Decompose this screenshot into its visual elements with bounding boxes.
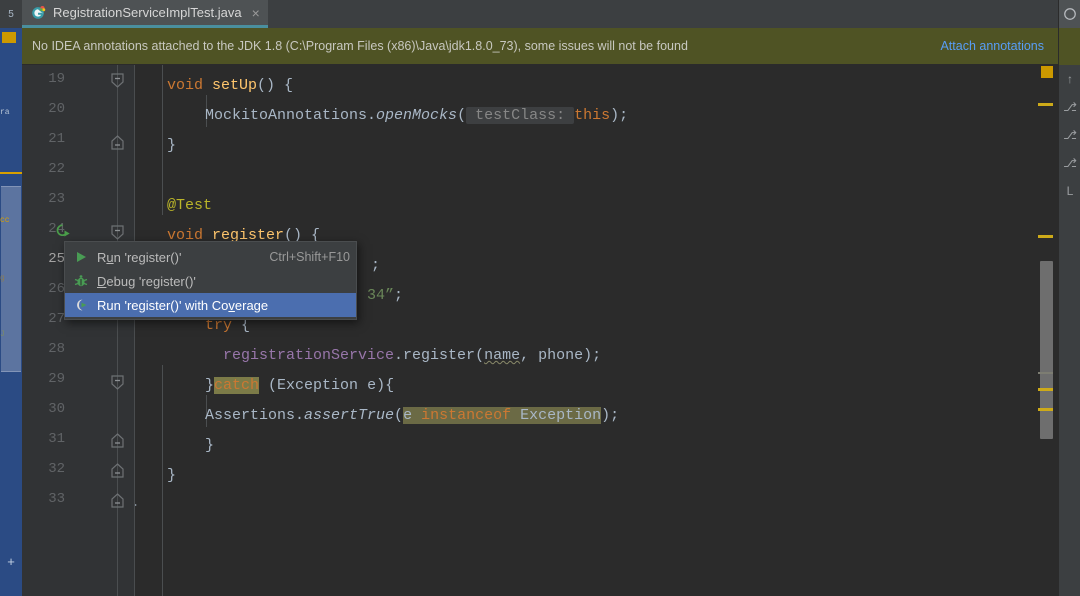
- fold-marker-collapse[interactable]: [110, 73, 125, 89]
- menu-item-coverage-label: Run 'register()' with Coverage: [97, 297, 269, 313]
- attach-annotations-link[interactable]: Attach annotations: [940, 39, 1044, 53]
- menu-item-run-with-coverage[interactable]: Run 'register()' with Coverage: [65, 293, 356, 317]
- debug-bug-icon: [73, 273, 89, 289]
- run-play-icon: [73, 249, 89, 265]
- notification-message: No IDEA annotations attached to the JDK …: [32, 39, 688, 53]
- toolstrip-item-4[interactable]: L: [1059, 184, 1080, 198]
- marker-warning[interactable]: [1038, 388, 1053, 391]
- coverage-icon: [73, 297, 89, 313]
- code-line-30: Assertions.assertTrue(e instanceof Excep…: [205, 407, 620, 424]
- left-strip-marker-1: [2, 32, 16, 43]
- code-line-32: }: [167, 467, 177, 484]
- toolstrip-notification-fill: [1059, 28, 1080, 65]
- line-number: 20: [48, 101, 65, 117]
- code-line-23: @Test: [167, 197, 213, 214]
- left-strip-preview-text-2: cc: [0, 216, 10, 225]
- code-line-20: MockitoAnnotations.openMocks( testClass:…: [205, 107, 629, 124]
- close-icon[interactable]: ×: [252, 6, 260, 20]
- line-number: 33: [48, 491, 65, 507]
- editor-tab[interactable]: RegistrationServiceImplTest.java ×: [22, 0, 268, 28]
- line-number: 29: [48, 371, 65, 387]
- code-line-31: }: [205, 437, 215, 454]
- line-number: 23: [48, 191, 65, 207]
- left-tool-strip[interactable]: 5 ra cc g J +: [0, 0, 22, 596]
- fold-marker-end[interactable]: [110, 135, 125, 151]
- right-tool-strip[interactable]: ↑ ⎇ ⎇ ⎇ L: [1058, 0, 1080, 596]
- code-editor[interactable]: 19 20 21 22 23 24 25 26 27 28 29 30 31 3…: [22, 65, 1058, 596]
- menu-item-debug[interactable]: Debug 'register()': [65, 269, 356, 293]
- code-content[interactable]: void setUp() { MockitoAnnotations.openMo…: [135, 65, 1058, 596]
- line-number: 19: [48, 71, 65, 87]
- left-strip-add-icon[interactable]: +: [0, 555, 22, 568]
- line-number: 31: [48, 431, 65, 447]
- left-strip-preview-text-4: J: [0, 330, 5, 339]
- line-number: 30: [48, 401, 65, 417]
- line-number: 32: [48, 461, 65, 477]
- run-context-menu[interactable]: Run 'register()' Ctrl+Shift+F10 Debug 'r…: [64, 241, 357, 320]
- fold-marker-class-end[interactable]: [110, 493, 125, 509]
- menu-item-run[interactable]: Run 'register()' Ctrl+Shift+F10: [65, 245, 356, 269]
- line-number: 26: [48, 281, 65, 297]
- marker-warning[interactable]: [1038, 103, 1053, 106]
- marker-warning[interactable]: [1038, 235, 1053, 238]
- notification-bar: No IDEA annotations attached to the JDK …: [22, 28, 1080, 65]
- code-line-21: }: [167, 137, 177, 154]
- java-test-class-icon: [31, 5, 46, 20]
- toolstrip-item-3[interactable]: ⎇: [1059, 156, 1080, 170]
- marker-info[interactable]: [1038, 372, 1053, 374]
- code-line-33: }: [135, 491, 138, 521]
- menu-item-run-label: Run 'register()': [97, 249, 182, 265]
- line-number: 27: [48, 311, 65, 327]
- vertical-scrollbar-thumb[interactable]: [1040, 261, 1053, 439]
- run-test-gutter-icon[interactable]: [52, 222, 70, 240]
- menu-item-debug-label: Debug 'register()': [97, 273, 196, 289]
- code-line-29: }catch (Exception e){: [205, 377, 395, 394]
- left-strip-preview-text-1: ra: [0, 108, 10, 117]
- marker-warning-square[interactable]: [1041, 66, 1053, 78]
- left-strip-tab-label: 5: [0, 0, 22, 28]
- line-number: 22: [48, 161, 65, 177]
- fold-marker-try[interactable]: [110, 375, 125, 391]
- code-line-25: ;: [371, 257, 381, 274]
- toolstrip-item-2[interactable]: ⎇: [1059, 128, 1080, 142]
- marker-warning[interactable]: [1038, 408, 1053, 411]
- code-line-28: registrationService.register(name, phone…: [223, 347, 602, 364]
- editor-marker-scrollbar[interactable]: [1036, 65, 1058, 596]
- fold-marker-method[interactable]: [110, 225, 125, 241]
- indent-guide: [162, 365, 163, 596]
- editor-gutter[interactable]: 19 20 21 22 23 24 25 26 27 28 29 30 31 3…: [22, 65, 135, 596]
- left-strip-divider-1: [0, 172, 22, 174]
- indent-guide: [162, 65, 163, 215]
- toolstrip-item-0[interactable]: ↑: [1059, 72, 1080, 86]
- menu-item-run-shortcut: Ctrl+Shift+F10: [269, 250, 350, 264]
- code-line-26: 34”;: [367, 287, 404, 304]
- toolstrip-item-1[interactable]: ⎇: [1059, 100, 1080, 114]
- fold-marker-catch-end[interactable]: [110, 433, 125, 449]
- editor-tab-bar: RegistrationServiceImplTest.java ×: [22, 0, 1058, 28]
- code-line-19: void setUp() {: [167, 77, 294, 94]
- toolstrip-top-tab[interactable]: [1059, 0, 1080, 28]
- left-strip-preview-text-3: g: [0, 274, 5, 283]
- intellij-idea-window: 5 ra cc g J + RegistrationServiceImplTes…: [0, 0, 1080, 596]
- fold-marker-method-end[interactable]: [110, 463, 125, 479]
- editor-tab-label: RegistrationServiceImplTest.java: [53, 5, 242, 20]
- line-number-current: 25: [48, 251, 65, 267]
- line-number: 28: [48, 341, 65, 357]
- line-number: 21: [48, 131, 65, 147]
